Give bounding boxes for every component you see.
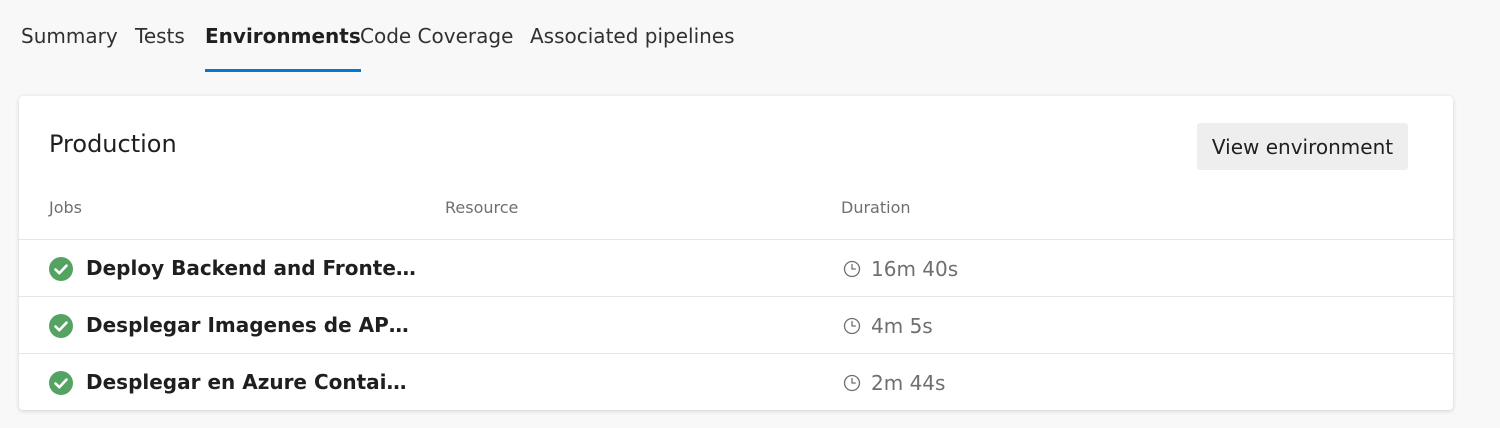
job-name[interactable]: Desplegar Imagenes de API y Fr... <box>86 313 416 337</box>
check-circle-icon <box>49 314 73 338</box>
job-row[interactable]: Deploy Backend and Frontend t... 16m 40s <box>19 239 1453 297</box>
tab-bar: Summary Tests Environments Code Coverage… <box>0 0 1500 74</box>
view-environment-button[interactable]: View environment <box>1197 123 1408 170</box>
clock-icon <box>843 374 861 392</box>
check-circle-icon <box>49 257 73 281</box>
job-duration: 2m 44s <box>871 371 946 395</box>
job-duration: 16m 40s <box>871 257 959 281</box>
check-circle-icon <box>49 371 73 395</box>
tab-associated-pipelines[interactable]: Associated pipelines <box>530 24 735 72</box>
environment-title: Production <box>49 130 177 158</box>
clock-icon <box>843 260 861 278</box>
column-header-duration: Duration <box>841 198 911 217</box>
tab-environments[interactable]: Environments <box>205 24 361 72</box>
job-name[interactable]: Desplegar en Azure Container I... <box>86 370 416 394</box>
job-duration: 4m 5s <box>871 314 933 338</box>
column-header-resource: Resource <box>445 198 519 217</box>
clock-icon <box>843 317 861 335</box>
tab-summary[interactable]: Summary <box>21 24 118 72</box>
job-row[interactable]: Desplegar en Azure Container I... 2m 44s <box>19 353 1453 411</box>
tab-tests[interactable]: Tests <box>135 24 185 72</box>
job-name[interactable]: Deploy Backend and Frontend t... <box>86 256 416 280</box>
job-row[interactable]: Desplegar Imagenes de API y Fr... 4m 5s <box>19 296 1453 354</box>
tab-code-coverage[interactable]: Code Coverage <box>360 24 513 72</box>
column-header-jobs: Jobs <box>49 198 82 217</box>
environment-card: Production View environment Jobs Resourc… <box>19 96 1453 410</box>
